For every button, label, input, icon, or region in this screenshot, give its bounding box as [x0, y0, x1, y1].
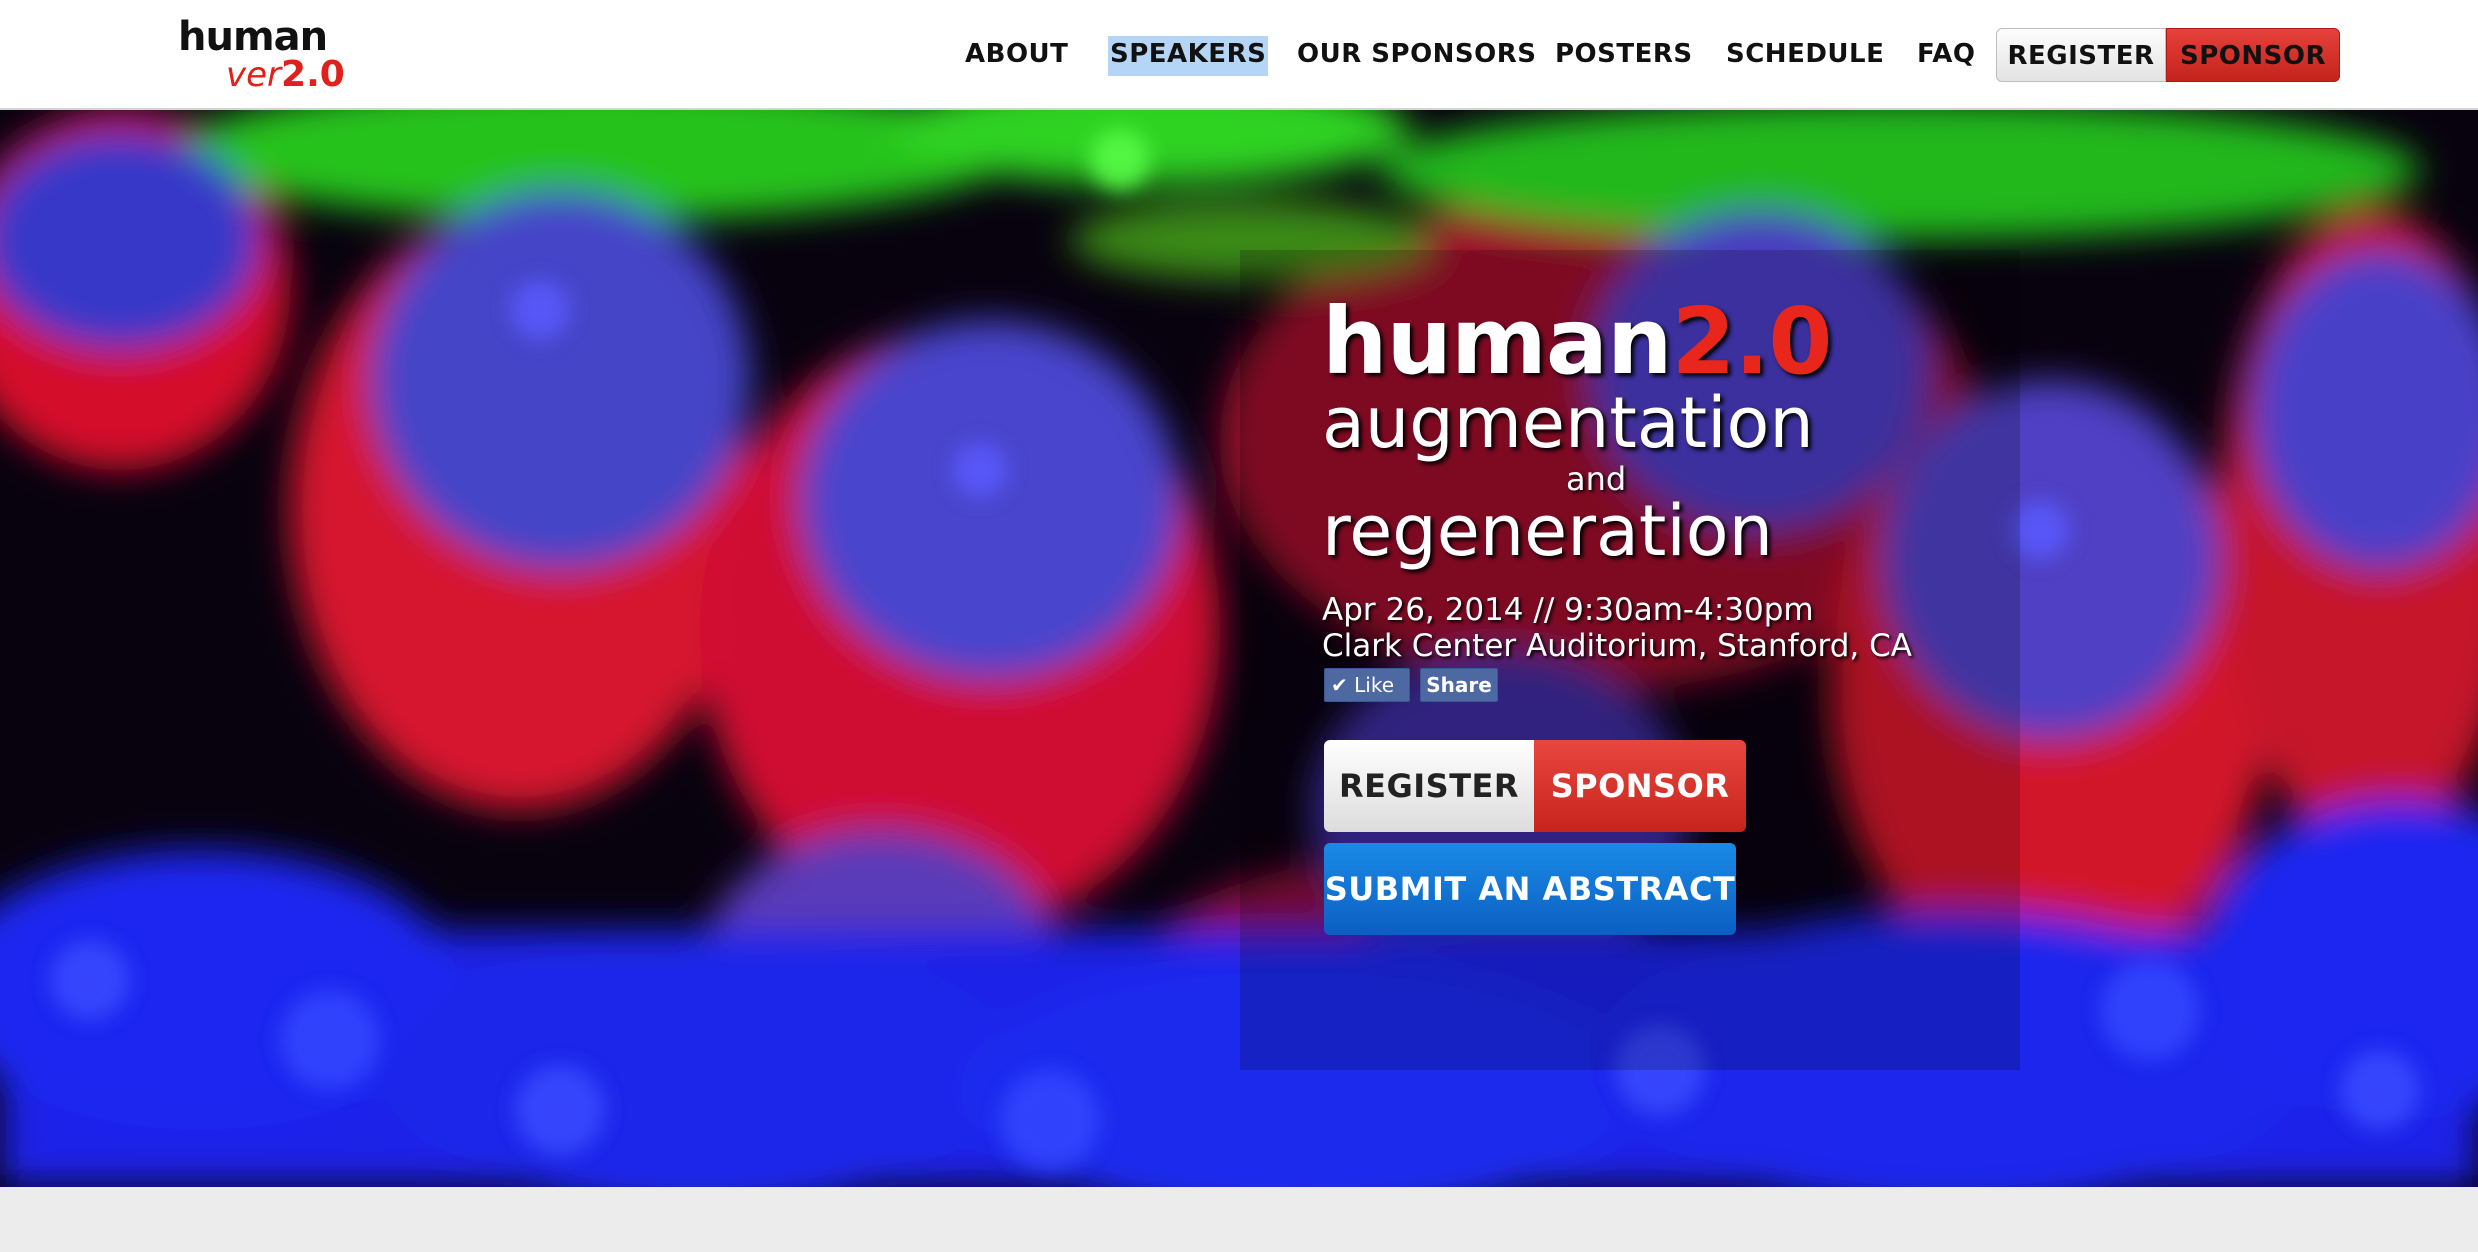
nav-about[interactable]: ABOUT	[965, 36, 1068, 76]
hero-subtitle-augmentation: augmentation	[1322, 382, 1814, 464]
site-header: human ver2.0 ABOUT SPEAKERS OUR SPONSORS…	[0, 0, 2478, 110]
nav-faq[interactable]: FAQ	[1917, 36, 1976, 76]
nav-posters[interactable]: POSTERS	[1555, 36, 1693, 76]
hero-sponsor-button[interactable]: SPONSOR	[1534, 740, 1746, 832]
hero-background-image	[0, 110, 2478, 1187]
facebook-like-button[interactable]: ✔ Like	[1324, 668, 1410, 702]
hero-register-button[interactable]: REGISTER	[1324, 740, 1534, 832]
hero-title: human2.0	[1322, 288, 1832, 395]
logo-number: 2.0	[281, 54, 345, 95]
nav-our-sponsors[interactable]: OUR SPONSORS	[1297, 36, 1537, 76]
submit-abstract-button[interactable]: SUBMIT AN ABSTRACT	[1324, 843, 1736, 935]
facebook-like-label: Like	[1354, 673, 1394, 697]
site-logo[interactable]: human ver2.0	[178, 14, 345, 95]
logo-ver: ver	[226, 55, 282, 95]
facebook-share-button[interactable]: Share	[1420, 668, 1498, 702]
event-date: Apr 26, 2014 // 9:30am-4:30pm	[1322, 592, 1814, 628]
hero-title-accent: 2.0	[1671, 288, 1832, 395]
header-sponsor-button[interactable]: SPONSOR	[2166, 28, 2340, 82]
hero-subtitle-regeneration: regeneration	[1322, 490, 1774, 572]
nav-schedule[interactable]: SCHEDULE	[1726, 36, 1884, 76]
nav-speakers[interactable]: SPEAKERS	[1108, 36, 1269, 76]
event-venue: Clark Center Auditorium, Stanford, CA	[1322, 628, 1912, 664]
header-register-button[interactable]: REGISTER	[1996, 28, 2166, 82]
checkmark-icon: ✔	[1331, 673, 1348, 697]
logo-version: ver2.0	[226, 54, 345, 95]
hero-banner: human2.0 augmentation and regeneration A…	[0, 110, 2478, 1187]
hero-title-main: human	[1322, 288, 1672, 395]
